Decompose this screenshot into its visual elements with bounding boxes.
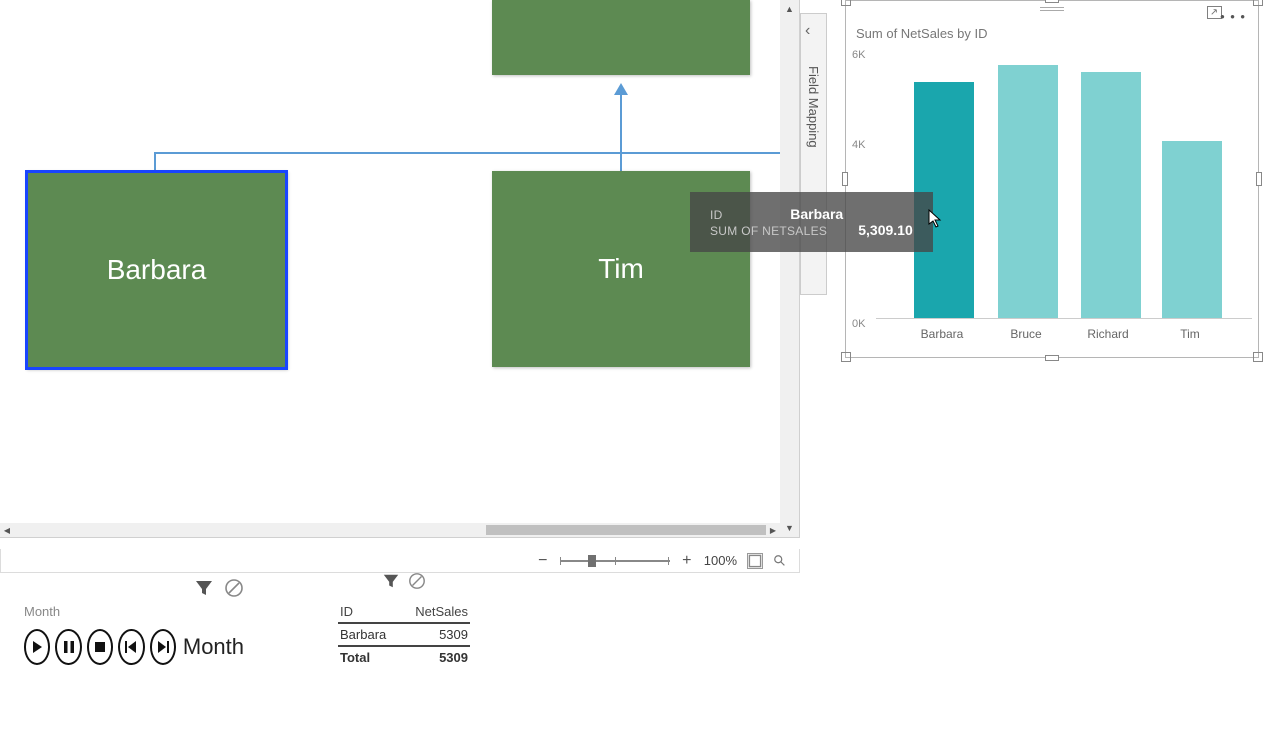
chart-visual[interactable]: • • • Sum of NetSales by ID 6K 4K 0K Bar…	[845, 0, 1259, 358]
tooltip-sum-label: SUM OF NETSALES	[710, 224, 827, 238]
zoom-knob[interactable]	[588, 555, 596, 567]
play-axis-field: Month	[24, 604, 244, 619]
table-total-row: Total 5309	[338, 646, 470, 668]
pan-zoom-button[interactable]	[773, 554, 787, 568]
clear-icon[interactable]	[224, 578, 244, 598]
previous-button[interactable]	[118, 629, 144, 665]
zoom-bar: − + 100%	[0, 549, 800, 573]
resize-handle[interactable]	[841, 0, 851, 6]
filter-icon[interactable]	[194, 578, 214, 598]
resize-handle[interactable]	[1253, 0, 1263, 6]
filter-icon[interactable]	[382, 572, 400, 595]
resize-handle[interactable]	[1045, 355, 1059, 361]
table-visual[interactable]: ID NetSales Barbara 5309 Total 5309	[338, 572, 488, 668]
drag-handle-icon[interactable]	[1040, 7, 1064, 14]
scroll-thumb[interactable]	[486, 525, 776, 535]
bar-richard[interactable]	[1081, 72, 1141, 318]
arrow-up-icon	[614, 83, 628, 95]
field-mapping-label: Field Mapping	[806, 66, 821, 148]
play-axis-panel: Month Month	[24, 578, 244, 665]
x-category: Richard	[1068, 327, 1148, 341]
scroll-right-button[interactable]: ▶	[766, 523, 780, 537]
y-tick: 0K	[852, 318, 865, 330]
vertical-scrollbar[interactable]: ▲ ▼	[780, 0, 799, 537]
clear-icon[interactable]	[408, 572, 426, 595]
tooltip-id-label: ID	[710, 208, 723, 222]
table-row[interactable]: Barbara 5309	[338, 623, 470, 646]
cell-netsales: 5309	[400, 623, 470, 646]
play-button[interactable]	[24, 629, 50, 665]
connector-horizontal	[154, 152, 780, 154]
fit-to-window-button[interactable]	[747, 553, 763, 569]
scroll-down-button[interactable]: ▼	[780, 519, 799, 537]
x-category: Bruce	[986, 327, 1066, 341]
connector-drop-mid	[620, 152, 622, 171]
y-tick: 4K	[852, 139, 865, 151]
x-category: Barbara	[902, 327, 982, 341]
hierarchy-node-barbara[interactable]: Barbara	[26, 171, 287, 369]
hierarchy-node-root[interactable]	[492, 0, 750, 75]
zoom-level: 100%	[704, 553, 737, 568]
play-axis-value: Month	[183, 634, 244, 660]
resize-handle[interactable]	[1045, 0, 1059, 3]
bar-bruce[interactable]	[998, 65, 1058, 318]
scroll-up-button[interactable]: ▲	[780, 0, 799, 18]
connector-vertical	[620, 95, 622, 152]
next-button[interactable]	[150, 629, 176, 665]
column-header-netsales[interactable]: NetSales	[400, 601, 470, 623]
more-options-button[interactable]: • • •	[1220, 9, 1246, 24]
tooltip-id-value: Barbara	[773, 206, 843, 222]
scroll-left-button[interactable]: ◀	[0, 523, 14, 537]
tooltip-sum-value: 5,309.10	[843, 222, 913, 238]
stop-button[interactable]	[87, 629, 113, 665]
connector-drop-left	[154, 152, 156, 171]
x-category: Tim	[1150, 327, 1230, 341]
horizontal-scrollbar[interactable]: ◀ ▶	[0, 523, 780, 537]
chart-title: Sum of NetSales by ID	[856, 26, 988, 41]
data-table: ID NetSales Barbara 5309 Total 5309	[338, 601, 470, 668]
cell-id: Barbara	[338, 623, 400, 646]
node-label: Tim	[598, 253, 644, 285]
total-label: Total	[338, 646, 400, 668]
cursor-icon	[928, 209, 942, 234]
field-mapping-panel[interactable]: ‹ Field Mapping	[800, 13, 827, 295]
resize-handle[interactable]	[1253, 352, 1263, 362]
resize-handle[interactable]	[1256, 172, 1262, 186]
chevron-left-icon: ‹	[805, 22, 810, 40]
resize-handle[interactable]	[842, 172, 848, 186]
node-label: Barbara	[107, 254, 207, 286]
zoom-slider[interactable]	[560, 560, 670, 562]
chart-tooltip: ID Barbara SUM OF NETSALES 5,309.10	[690, 192, 933, 252]
resize-handle[interactable]	[841, 352, 851, 362]
total-value: 5309	[400, 646, 470, 668]
bar-tim[interactable]	[1162, 141, 1222, 318]
y-tick: 6K	[852, 49, 865, 61]
zoom-out-button[interactable]: −	[536, 554, 550, 568]
column-header-id[interactable]: ID	[338, 601, 400, 623]
pause-button[interactable]	[55, 629, 81, 665]
hierarchy-canvas[interactable]: Barbara Tim ▲ ▼ ◀ ▶	[0, 0, 800, 538]
zoom-in-button[interactable]: +	[680, 554, 694, 568]
